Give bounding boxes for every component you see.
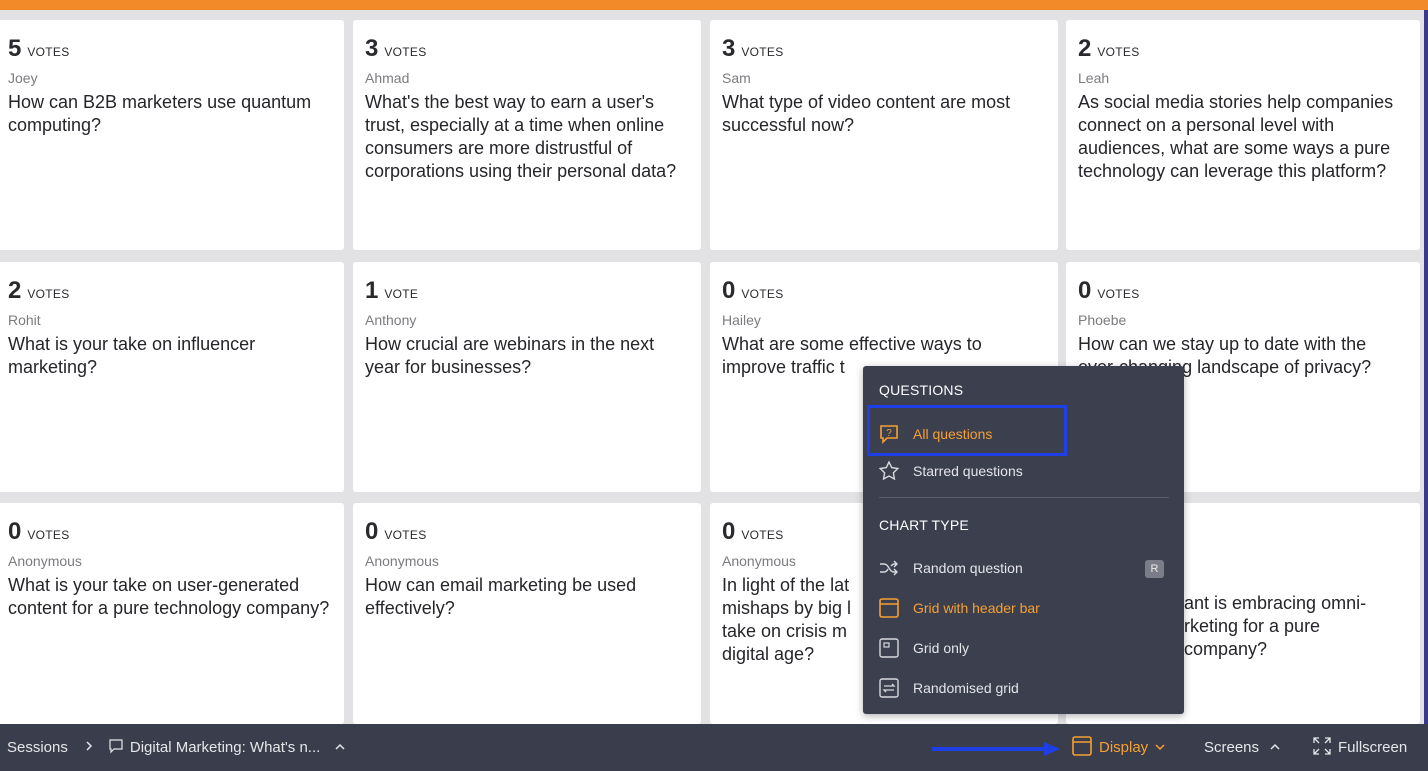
menu-divider	[879, 497, 1169, 498]
vote-label: votes	[1097, 41, 1140, 60]
question-grid: 5 votes Joey How can B2B marketers use qu…	[0, 0, 1428, 724]
fullscreen-button[interactable]: Fullscreen	[1312, 724, 1407, 771]
randomised-grid-icon	[877, 676, 901, 700]
question-text: What's the best way to earn a user's tru…	[365, 92, 677, 181]
vote-number: 2	[1078, 35, 1092, 62]
breadcrumb: Sessions Digital Marketing: What's n...	[7, 724, 346, 771]
question-author: Hailey	[722, 312, 761, 328]
vote-number: 1	[365, 277, 379, 304]
question-author: Phoebe	[1078, 312, 1127, 328]
shuffle-icon	[877, 556, 901, 580]
questions-heading: QUESTIONS	[879, 382, 964, 398]
chevron-down-icon	[1154, 739, 1166, 756]
vote-label: votes	[1097, 283, 1140, 302]
vote-label: votes	[27, 41, 70, 60]
question-author: Anonymous	[8, 553, 82, 569]
annotation-highlight-box	[867, 405, 1067, 456]
grid-header-icon	[877, 596, 901, 620]
vote-count: 3 votes	[365, 34, 689, 64]
display-icon	[1071, 735, 1093, 761]
vote-count: 2 votes	[1078, 34, 1408, 64]
vote-label: votes	[384, 524, 427, 543]
vote-label: votes	[741, 283, 784, 302]
question-card[interactable]: 3 votes Ahmad What's the best way to earn…	[353, 20, 701, 250]
question-card[interactable]: 0 votes Anonymous How can email marketing…	[353, 503, 701, 724]
vote-label: votes	[741, 41, 784, 60]
vote-label: votes	[384, 41, 427, 60]
question-card[interactable]: 2 votes Rohit What is your take on influe…	[0, 262, 344, 492]
vote-number: 3	[722, 35, 736, 62]
menu-item-label: Grid only	[913, 640, 970, 656]
question-card[interactable]: 0 votes Anonymous What is your take on us…	[0, 503, 344, 724]
question-text: What type of video content are most succ…	[722, 92, 1011, 135]
question-text: What is your take on user-generated cont…	[8, 575, 330, 618]
vote-number: 3	[365, 35, 379, 62]
question-author: Rohit	[8, 312, 41, 328]
star-icon	[877, 459, 901, 483]
fullscreen-label: Fullscreen	[1338, 739, 1408, 756]
window-right-edge	[1424, 10, 1428, 724]
question-text: As social media stories help companies c…	[1078, 92, 1394, 181]
vote-count: 0 votes	[1078, 276, 1408, 306]
menu-item-starred-questions[interactable]: Starred questions	[877, 457, 1023, 485]
vote-count: 1 vote	[365, 276, 689, 306]
chat-bubble-icon	[108, 738, 124, 758]
screens-label: Screens	[1204, 739, 1260, 756]
vote-label: votes	[741, 524, 784, 543]
menu-item-grid-with-header-bar[interactable]: Grid with header bar	[877, 594, 1040, 622]
display-button[interactable]: Display	[1071, 724, 1166, 771]
question-text: In light of the lat mishaps by big l tak…	[722, 575, 852, 664]
menu-item-label: Randomised grid	[913, 680, 1019, 696]
question-author: Anonymous	[365, 553, 439, 569]
vote-number: 0	[8, 518, 22, 545]
question-card[interactable]: 5 votes Joey How can B2B marketers use qu…	[0, 20, 344, 250]
menu-item-label: Grid with header bar	[913, 600, 1040, 616]
question-card[interactable]: 1 vote Anthony How crucial are webinars i…	[353, 262, 701, 492]
question-card[interactable]: 2 votes Leah As social media stories help…	[1066, 20, 1420, 250]
menu-item-randomised-grid[interactable]: Randomised grid	[877, 674, 1019, 702]
question-author: Sam	[722, 70, 751, 86]
display-label: Display	[1099, 739, 1149, 756]
session-title-dropdown[interactable]: Digital Marketing: What's n...	[130, 739, 320, 756]
vote-label: votes	[27, 283, 70, 302]
question-text: How can B2B marketers use quantum comput…	[8, 92, 312, 135]
vote-number: 5	[8, 35, 22, 62]
annotation-arrow-icon	[932, 742, 1060, 756]
vote-count: 2 votes	[8, 276, 332, 306]
menu-item-label: Random question	[913, 560, 1023, 576]
vote-label: votes	[27, 524, 70, 543]
screens-button[interactable]: Screens	[1204, 724, 1281, 771]
question-author: Leah	[1078, 70, 1110, 86]
vote-count: 0 votes	[8, 517, 332, 547]
vote-number: 0	[1078, 277, 1092, 304]
chart-type-heading: CHART TYPE	[879, 517, 969, 533]
chevron-right-icon	[84, 739, 94, 756]
vote-count: 5 votes	[8, 34, 332, 64]
vote-number: 0	[722, 518, 736, 545]
question-author: Anthony	[365, 312, 417, 328]
menu-item-random-question[interactable]: Random question	[877, 554, 1023, 582]
vote-label: vote	[384, 283, 419, 302]
vote-count: 3 votes	[722, 34, 1046, 64]
grid-only-icon	[877, 636, 901, 660]
menu-item-grid-only[interactable]: Grid only	[877, 634, 969, 662]
vote-count: 0 votes	[722, 276, 1046, 306]
vote-count: 0 votes	[365, 517, 689, 547]
vote-number: 0	[365, 518, 379, 545]
bottom-toolbar: Sessions Digital Marketing: What's n... …	[0, 724, 1428, 771]
vote-number: 0	[722, 277, 736, 304]
question-author: Joey	[8, 70, 38, 86]
question-text: How can email marketing be used effectiv…	[365, 575, 637, 618]
chevron-up-icon	[1269, 739, 1281, 756]
question-author: Ahmad	[365, 70, 410, 86]
question-card[interactable]: 3 votes Sam What type of video content ar…	[710, 20, 1058, 250]
chevron-up-icon[interactable]	[334, 739, 346, 756]
question-text: How crucial are webinars in the next yea…	[365, 334, 655, 377]
menu-item-label: Starred questions	[913, 463, 1023, 479]
sessions-link[interactable]: Sessions	[7, 739, 68, 756]
vote-number: 2	[8, 277, 22, 304]
fullscreen-icon	[1312, 736, 1332, 760]
shortcut-key-badge: R	[1145, 560, 1164, 578]
question-text: What is your take on influencer marketin…	[8, 334, 256, 377]
